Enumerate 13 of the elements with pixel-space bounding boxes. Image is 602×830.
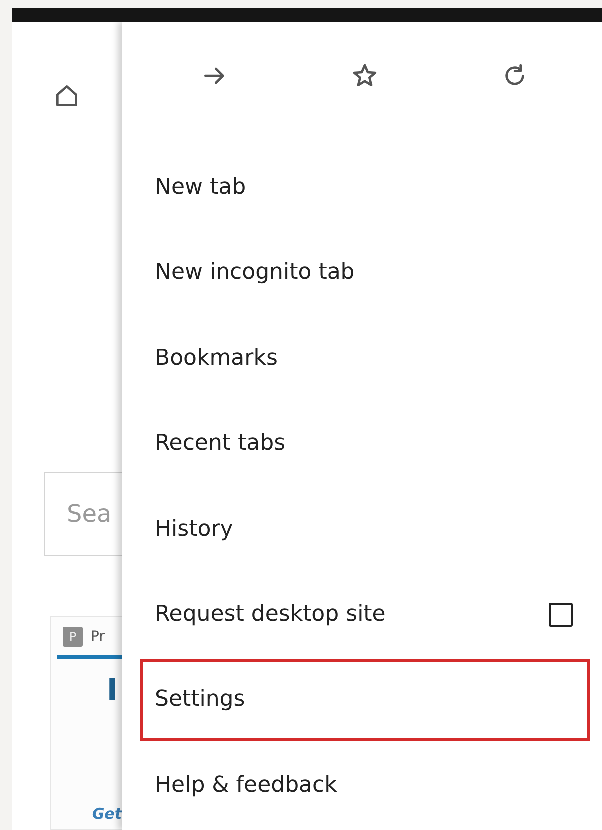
menu-item[interactable]: Bookmarks [140, 318, 590, 400]
menu-item[interactable]: Request desktop site [140, 574, 590, 656]
card-heading: I [106, 673, 118, 708]
checkbox[interactable] [549, 602, 573, 627]
menu-item[interactable]: New incognito tab [140, 232, 590, 314]
menu-item[interactable]: New tab [140, 146, 590, 228]
card-link[interactable]: Get [92, 805, 122, 823]
badge-icon: P [63, 627, 83, 647]
menu-item[interactable]: Help & feedback [140, 744, 590, 826]
tab-label[interactable]: Pr [91, 629, 105, 645]
menu-item[interactable]: Settings [140, 659, 590, 741]
menu-item[interactable]: Recent tabs [140, 403, 590, 484]
menu-item[interactable]: History [140, 488, 590, 570]
